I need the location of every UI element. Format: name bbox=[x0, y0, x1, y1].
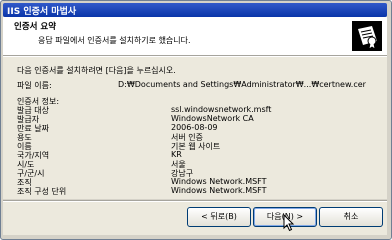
instruction-text: 다음 인증서를 설치하려면 [다음]을 누르십시오. bbox=[17, 66, 176, 75]
file-name-value: D:₩Documents and Settings₩Administrator₩… bbox=[118, 80, 366, 89]
info-row-value: KR bbox=[171, 150, 182, 159]
info-row-value: ssl.windowsnetwork.msft bbox=[171, 105, 272, 114]
mouse-pointer-icon bbox=[283, 214, 295, 232]
info-row-value: Windows Network.MSFT bbox=[171, 186, 267, 195]
info-row-label: 조직 구성 단위 bbox=[17, 187, 67, 196]
header-separator bbox=[3, 55, 387, 56]
info-row-value: 2006-08-09 bbox=[171, 123, 218, 132]
wizard-header: 인증서 요약 응답 파일에서 인증서를 설치하기로 했습니다. bbox=[3, 17, 387, 55]
file-name-label: 파일 이름: bbox=[17, 81, 52, 90]
window-title: IIS 인증서 마법사 bbox=[7, 7, 77, 17]
cancel-button[interactable]: 취소 bbox=[319, 207, 383, 227]
info-row-value: WindowsNetwork CA bbox=[171, 114, 254, 123]
page-title: 인증서 요약 bbox=[14, 22, 57, 32]
title-bar[interactable]: IIS 인증서 마법사 bbox=[3, 3, 387, 17]
info-row-value: Windows Network.MSFT bbox=[171, 177, 267, 186]
back-button[interactable]: < 뒤로(B) bbox=[187, 207, 251, 227]
certificate-wizard-icon bbox=[352, 21, 382, 51]
page-subtitle: 응답 파일에서 인증서를 설치하기로 했습니다. bbox=[38, 36, 191, 45]
footer-separator bbox=[3, 200, 387, 201]
